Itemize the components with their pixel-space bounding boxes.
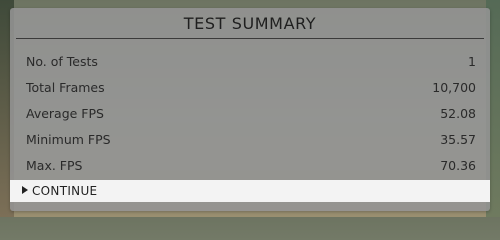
row-label: Max. FPS xyxy=(26,158,83,173)
row-label: Average FPS xyxy=(26,106,104,121)
continue-button[interactable]: CONTINUE xyxy=(10,180,490,202)
row-total-frames: Total Frames 10,700 xyxy=(26,80,476,102)
row-label: Minimum FPS xyxy=(26,132,111,147)
row-max-fps: Max. FPS 70.36 xyxy=(26,158,476,180)
test-summary-panel: TEST SUMMARY No. of Tests 1 Total Frames… xyxy=(10,8,490,211)
continue-label: CONTINUE xyxy=(32,184,98,198)
row-label: No. of Tests xyxy=(26,54,98,69)
row-value: 70.36 xyxy=(440,158,476,173)
panel-title: TEST SUMMARY xyxy=(183,14,317,33)
row-value: 1 xyxy=(468,54,476,69)
row-minimum-fps: Minimum FPS 35.57 xyxy=(26,132,476,154)
row-average-fps: Average FPS 52.08 xyxy=(26,106,476,128)
play-triangle-icon xyxy=(22,186,28,194)
row-no-of-tests: No. of Tests 1 xyxy=(26,54,476,76)
title-divider xyxy=(16,38,484,39)
row-value: 52.08 xyxy=(440,106,476,121)
row-value: 10,700 xyxy=(432,80,476,95)
row-label: Total Frames xyxy=(26,80,105,95)
row-value: 35.57 xyxy=(440,132,476,147)
